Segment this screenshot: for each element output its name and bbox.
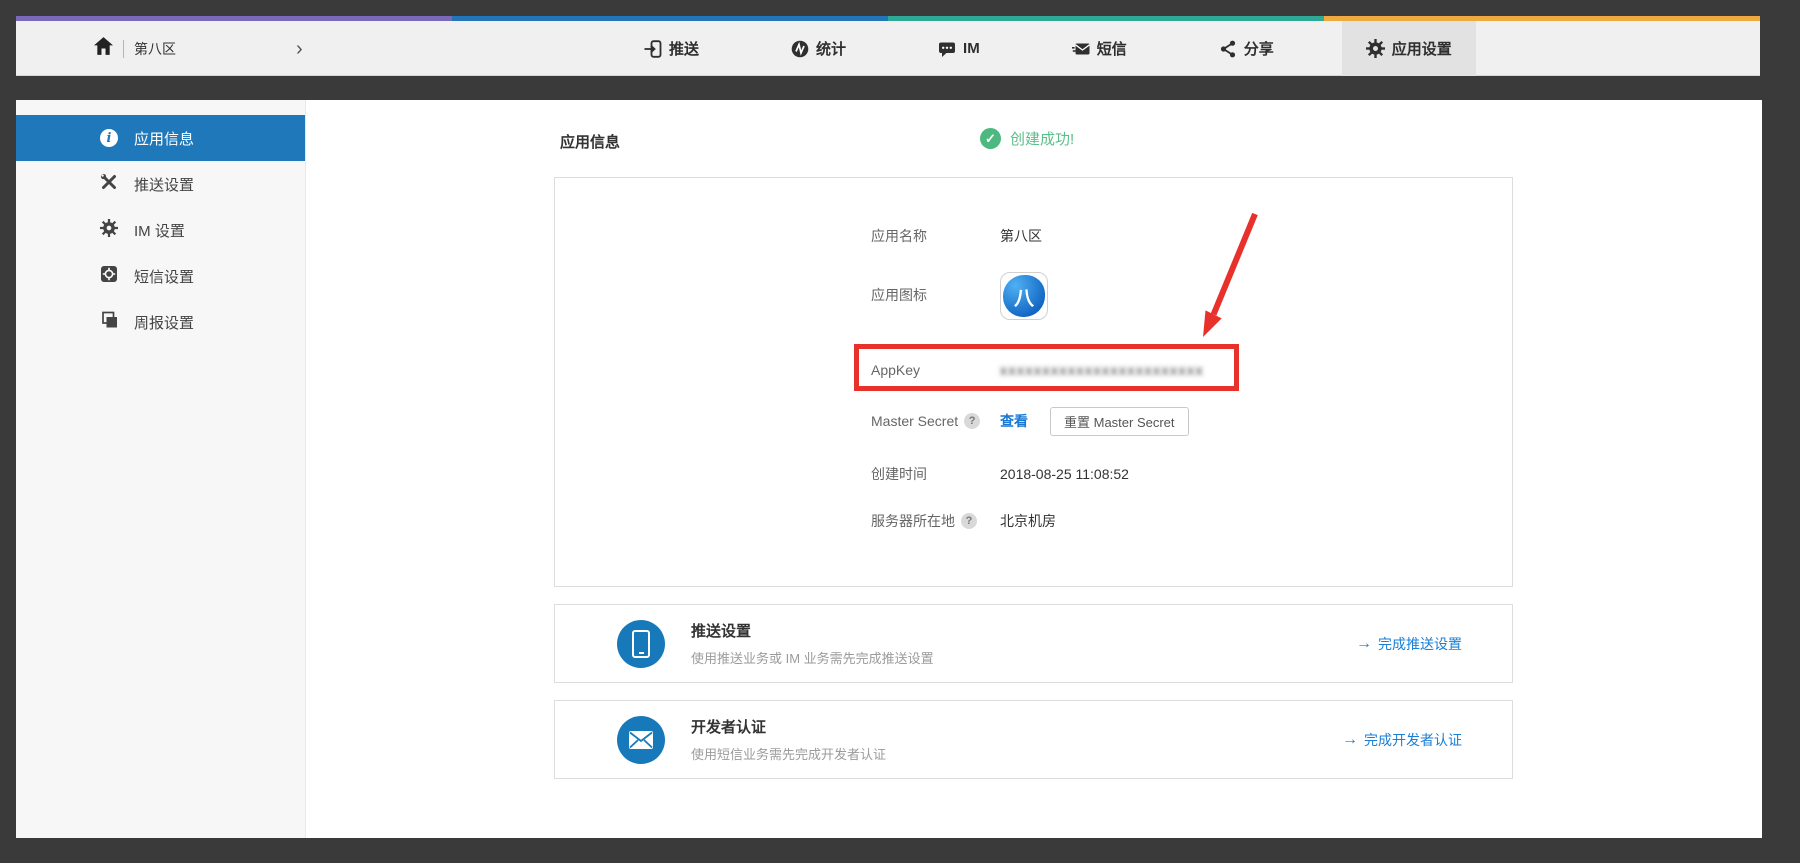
view-master-secret-link[interactable]: 查看 <box>1000 411 1028 431</box>
tab-im[interactable]: IM <box>914 21 1004 76</box>
success-badge: ✓ 创建成功! <box>980 128 1074 149</box>
created-time-label: 创建时间 <box>871 464 927 484</box>
sidebar-item-push-settings[interactable]: 推送设置 <box>16 161 305 207</box>
breadcrumb: 第八区 › <box>94 21 303 76</box>
breadcrumb-divider <box>123 40 124 58</box>
tab-label: 统计 <box>816 38 846 59</box>
created-time-value: 2018-08-25 11:08:52 <box>1000 466 1129 482</box>
sidebar: i 应用信息 推送设置 <box>16 100 306 838</box>
sidebar-item-label: 周报设置 <box>134 312 194 333</box>
im-chat-icon <box>938 40 956 58</box>
sidebar-item-sms-settings[interactable]: 短信设置 <box>16 253 305 299</box>
sidebar-item-label: IM 设置 <box>134 220 185 241</box>
appkey-value-redacted: xxxxxxxxxxxxxxxxxxxxxxxx <box>1000 362 1204 378</box>
tab-app-settings[interactable]: 应用设置 <box>1342 21 1476 76</box>
sidebar-item-im-settings[interactable]: IM 设置 <box>16 207 305 253</box>
link-label: 完成推送设置 <box>1378 634 1462 654</box>
arrow-right-icon: → <box>1356 635 1372 653</box>
content-area: i 应用信息 推送设置 <box>16 100 1762 838</box>
complete-push-setup-link[interactable]: → 完成推送设置 <box>1356 634 1462 654</box>
server-location-label: 服务器所在地 ? <box>871 511 977 531</box>
tab-label: IM <box>963 40 980 57</box>
complete-developer-verification-link[interactable]: → 完成开发者认证 <box>1342 730 1462 750</box>
server-location-value: 北京机房 <box>1000 511 1056 531</box>
page-title: 应用信息 <box>560 131 620 152</box>
server-location-label-text: 服务器所在地 <box>871 511 955 531</box>
tab-push[interactable]: 推送 <box>620 21 723 76</box>
card-title: 开发者认证 <box>691 716 886 737</box>
app-icon-value: 八 <box>1000 272 1048 320</box>
app-name-label: 应用名称 <box>871 226 927 246</box>
help-icon[interactable]: ? <box>964 413 980 429</box>
app-name-value: 第八区 <box>1000 226 1042 246</box>
annotation-arrow-icon <box>1175 206 1285 346</box>
appkey-label: AppKey <box>871 362 920 378</box>
app-icon-image: 八 <box>1000 272 1048 320</box>
tab-sms[interactable]: 短信 <box>1048 21 1151 76</box>
sidebar-item-weekly-report-settings[interactable]: 周报设置 <box>16 299 305 345</box>
sidebar-item-label: 推送设置 <box>134 174 194 195</box>
tab-label: 应用设置 <box>1392 38 1452 59</box>
link-label: 完成开发者认证 <box>1364 730 1462 750</box>
breadcrumb-app-name[interactable]: 第八区 <box>134 39 176 59</box>
home-icon[interactable] <box>94 37 113 60</box>
card-description: 使用推送业务或 IM 业务需先完成推送设置 <box>691 648 934 667</box>
sms-gear-icon <box>100 265 118 287</box>
gear-icon <box>100 219 118 241</box>
app-info-panel: 应用名称 第八区 应用图标 八 AppKey xxxxxxxxxxxxxxxxx… <box>554 177 1513 587</box>
sidebar-item-app-info[interactable]: i 应用信息 <box>16 115 305 161</box>
app-window: 第八区 › 推送 统计 <box>0 0 1800 863</box>
push-icon <box>644 40 662 58</box>
master-secret-label-text: Master Secret <box>871 413 958 429</box>
check-circle-icon: ✓ <box>980 128 1001 149</box>
chevron-right-icon[interactable]: › <box>296 39 303 59</box>
developer-verification-card: 开发者认证 使用短信业务需先完成开发者认证 → 完成开发者认证 <box>554 700 1513 779</box>
tab-label: 推送 <box>669 38 699 59</box>
tab-label: 分享 <box>1244 38 1274 59</box>
stats-icon <box>791 40 809 58</box>
sidebar-item-label: 短信设置 <box>134 266 194 287</box>
app-logo: 八 <box>1003 275 1045 317</box>
share-icon <box>1219 40 1237 58</box>
gear-icon <box>1366 39 1385 58</box>
sms-icon <box>1072 40 1090 58</box>
card-description: 使用短信业务需先完成开发者认证 <box>691 744 886 763</box>
push-setup-card: 推送设置 使用推送业务或 IM 业务需先完成推送设置 → 完成推送设置 <box>554 604 1513 683</box>
master-secret-label: Master Secret ? <box>871 413 980 429</box>
tools-icon <box>100 173 118 195</box>
nav-tabs: 推送 统计 IM <box>620 21 1476 76</box>
info-icon: i <box>100 129 118 147</box>
reset-master-secret-button[interactable]: 重置 Master Secret <box>1050 407 1189 436</box>
top-navbar: 第八区 › 推送 统计 <box>16 16 1760 76</box>
tab-label: 短信 <box>1097 38 1127 59</box>
phone-icon <box>617 620 665 668</box>
card-title: 推送设置 <box>691 620 934 641</box>
tab-share[interactable]: 分享 <box>1195 21 1298 76</box>
mail-icon <box>617 716 665 764</box>
sidebar-item-label: 应用信息 <box>134 128 194 149</box>
success-text: 创建成功! <box>1010 128 1074 149</box>
arrow-right-icon: → <box>1342 731 1358 749</box>
app-icon-label: 应用图标 <box>871 285 927 305</box>
copy-icon <box>100 311 118 333</box>
help-icon[interactable]: ? <box>961 513 977 529</box>
tab-stats[interactable]: 统计 <box>767 21 870 76</box>
